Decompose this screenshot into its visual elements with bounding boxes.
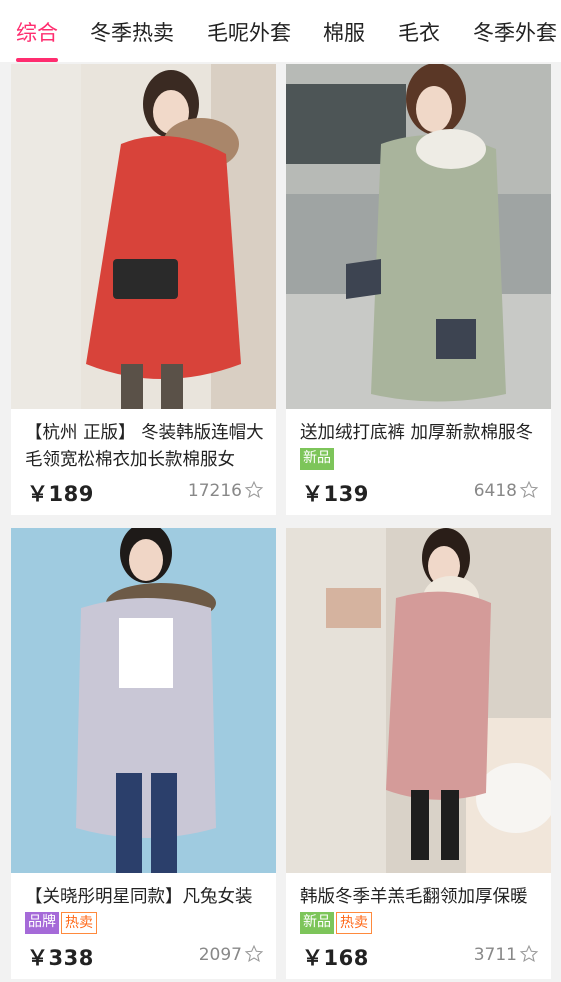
product-title: 【关晓彤明星同款】凡兔女装 [25, 887, 253, 907]
product-tags: 新品 热卖 [300, 912, 374, 936]
tag-hot: 热卖 [336, 912, 372, 934]
tab-label: 毛呢外套 [207, 21, 291, 45]
product-image[interactable] [11, 64, 276, 409]
tab-padded-coat[interactable]: 棉服 [323, 18, 365, 62]
tag-hot: 热卖 [61, 912, 97, 934]
tab-label: 综合 [16, 21, 58, 45]
product-title: 【杭州 正版】 冬装韩版连帽大毛领宽松棉衣加长款棉服女 [25, 423, 264, 470]
product-image[interactable] [286, 528, 551, 873]
product-image[interactable] [11, 528, 276, 873]
product-card[interactable]: 送加绒打底裤 加厚新款棉服冬 新品 ￥139 6418 [286, 64, 551, 515]
tab-label: 棉服 [323, 21, 365, 45]
tab-sweater[interactable]: 毛衣 [398, 18, 440, 62]
tag-brand: 品牌 [25, 912, 59, 934]
tab-wool-coat[interactable]: 毛呢外套 [207, 18, 291, 62]
tag-new: 新品 [300, 448, 334, 470]
sales-count: 2097 [198, 945, 242, 965]
tab-zonghe[interactable]: 综合 [16, 18, 58, 62]
product-tags: 新品 [300, 448, 336, 472]
product-card[interactable]: 【杭州 正版】 冬装韩版连帽大毛领宽松棉衣加长款棉服女 ￥189 17216 [11, 64, 276, 515]
favorite-star-icon[interactable] [519, 480, 539, 500]
tab-label: 冬季外套 [473, 21, 557, 45]
product-price: ￥139 [302, 482, 369, 506]
tab-winter-coat[interactable]: 冬季外套 [473, 18, 557, 62]
product-card[interactable]: 韩版冬季羊羔毛翻领加厚保暖 新品 热卖 ￥168 3711 [286, 528, 551, 979]
product-image[interactable] [286, 64, 551, 409]
sales-count: 6418 [473, 481, 517, 501]
sales-count: 17216 [187, 481, 242, 501]
product-title: 送加绒打底裤 加厚新款棉服冬 [300, 423, 534, 443]
product-card[interactable]: 【关晓彤明星同款】凡兔女装 品牌 热卖 ￥338 2097 [11, 528, 276, 979]
favorite-star-icon[interactable] [519, 944, 539, 964]
favorite-star-icon[interactable] [244, 944, 264, 964]
product-price: ￥189 [27, 482, 94, 506]
tag-new: 新品 [300, 912, 334, 934]
tab-label: 毛衣 [398, 21, 440, 45]
product-title: 韩版冬季羊羔毛翻领加厚保暖 [300, 887, 528, 907]
tab-label: 冬季热卖 [90, 21, 174, 45]
favorite-star-icon[interactable] [244, 480, 264, 500]
product-price: ￥168 [302, 946, 369, 970]
tab-winter-hot[interactable]: 冬季热卖 [90, 18, 174, 62]
sales-count: 3711 [473, 945, 517, 965]
active-tab-indicator [16, 58, 58, 62]
product-price: ￥338 [27, 946, 94, 970]
product-tags: 品牌 热卖 [25, 912, 99, 936]
category-tab-bar: 综合 冬季热卖 毛呢外套 棉服 毛衣 冬季外套 [0, 0, 561, 62]
